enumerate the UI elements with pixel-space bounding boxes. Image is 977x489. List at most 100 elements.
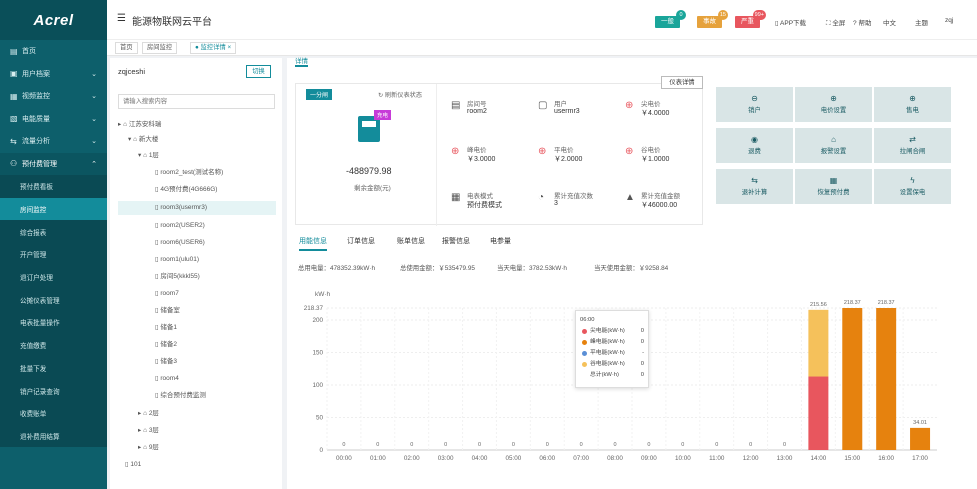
sidebar-subitem[interactable]: 充值缴费 [0, 333, 107, 357]
x-tick-label: 04:00 [472, 455, 488, 462]
theme-button[interactable]: 主题 [915, 17, 928, 27]
tree-node[interactable]: ▸ ⌂ 9层 [138, 441, 159, 455]
sidebar-subitem[interactable]: 预付费看板 [0, 175, 107, 198]
grid-icon: ▦ [829, 176, 838, 185]
tree-node[interactable]: ▯ 储备1 [155, 321, 177, 335]
target-icon: ◉ [751, 135, 758, 144]
sidebar-subitem[interactable]: 开户管理 [0, 243, 107, 266]
tooltip-series: 峰电能(kW·h) [590, 339, 625, 345]
tree-node[interactable]: ▯ room7 [155, 287, 179, 301]
alarm-tag[interactable]: 事故 15 [697, 10, 728, 28]
menu-toggle-icon[interactable]: ☰ [117, 13, 126, 24]
tree-search-input[interactable] [118, 94, 275, 109]
tree-node-label: 3层 [148, 427, 159, 434]
sidebar-subitem[interactable]: 退补费用结算 [0, 424, 107, 448]
alarm-setting-button[interactable]: ⌂ 报警设置 [795, 128, 872, 163]
sidebar-subitem[interactable]: 收费账单 [0, 401, 107, 425]
bar-total-label: 0 [478, 442, 481, 448]
sidebar-subitem[interactable]: 房间监控 [0, 197, 107, 221]
refresh-status-button[interactable]: ↻ 刷新仪表状态 [378, 90, 422, 99]
nav-power-quality[interactable]: ▧ 电能质量 ⌄ [0, 108, 107, 131]
sidebar-subitem[interactable]: 公摊仪表管理 [0, 288, 107, 312]
tree-node[interactable]: ▯ room2(USER2) [155, 219, 205, 233]
bar-segment[interactable] [808, 309, 829, 377]
alarm-tag[interactable]: 严重 99+ [735, 10, 766, 28]
bar-total-label: 215.56 [810, 302, 827, 308]
tree-node[interactable]: ▯ 4G预付费(4G666G) [155, 183, 217, 197]
restore-prepaid-button[interactable]: ▦ 恢复预付费 [795, 169, 872, 204]
meter-detail-button[interactable]: 仪表详情 [661, 76, 703, 89]
x-tick-label: 01:00 [370, 455, 386, 462]
tree-node[interactable]: ▯ 储备3 [155, 355, 177, 369]
sell-power-button[interactable]: ⊕ 售电 [874, 87, 951, 122]
nav-icon: ▧ [10, 114, 18, 124]
price-icon: ⊕ [451, 146, 460, 157]
refund-calc-button[interactable]: ⇆ 退补计算 [716, 169, 793, 204]
tree-node[interactable]: ▯ room2_test(测试名称) [155, 166, 223, 180]
tab-item[interactable]: 电参量 [490, 236, 511, 246]
nav-home[interactable]: ▤ 首页 [0, 40, 107, 63]
field-value: 3 [554, 200, 558, 207]
tree-node[interactable]: ▯ room4 [155, 372, 179, 386]
tree-node[interactable]: ▸ ⌂ 2层 [138, 407, 159, 421]
folder-icon: ▸ ⌂ [138, 410, 149, 417]
switch-button[interactable]: 切换 [246, 65, 271, 78]
nav-video-monitor[interactable]: ▦ 视频监控 ⌄ [0, 85, 107, 108]
chevron-down-icon: ⌄ [91, 70, 97, 78]
x-tick-label: 09:00 [641, 455, 657, 462]
crumb-monitor-detail[interactable]: ● 监控详情 × [190, 42, 237, 54]
tree-node[interactable]: ▯ 101 [125, 458, 141, 472]
switch-onoff-button[interactable]: ⇄ 拉闸合闸 [874, 128, 951, 163]
set-protect-button[interactable]: ϟ 设置保电 [874, 169, 951, 204]
help-button[interactable]: ? 帮助 [853, 17, 871, 27]
crumb-room-monitor[interactable]: 房间监控 [142, 42, 178, 54]
tree-node[interactable]: ▸ ⌂ 江苏安科瑞 [118, 118, 161, 132]
tree-node[interactable]: ▯ room3(usermr3) [118, 201, 276, 215]
nav-flow-analysis[interactable]: ⇆ 流量分析 ⌄ [0, 130, 107, 153]
language-switch[interactable]: 中文 [883, 17, 896, 27]
tree-node[interactable]: ▯ 房间5(kkkl55) [155, 270, 200, 284]
sidebar-subitem[interactable]: 批量下发 [0, 356, 107, 380]
tree-node[interactable]: ▾ ⌂ 1层 [138, 149, 159, 163]
user-icon: ▢ [538, 100, 548, 111]
tree-node[interactable]: ▯ 储备2 [155, 338, 177, 352]
app-logo[interactable]: Acrel [0, 0, 107, 40]
folder-icon: ▸ ⌂ [118, 121, 129, 128]
refund-button[interactable]: ◉ 退费 [716, 128, 793, 163]
tree-node[interactable]: ▸ ⌂ 3层 [138, 424, 159, 438]
tab-item[interactable]: 账单信息 [397, 236, 425, 246]
nav-user-files[interactable]: ▣ 用户档案 ⌄ [0, 63, 107, 86]
tab-item[interactable]: 用能信息 [299, 236, 327, 251]
nav-prepaid-mgmt[interactable]: ⚇ 预付费管理 ⌃ [0, 152, 107, 175]
tree-node[interactable]: ▯ room6(USER6) [155, 236, 205, 250]
price-setting-button[interactable]: ⊕ 电价设置 [795, 87, 872, 122]
bar-segment[interactable] [808, 376, 829, 450]
tree-node[interactable]: ▯ 储备室 [155, 304, 180, 318]
bar-total-label: 0 [681, 442, 684, 448]
nav-label: 视频监控 [22, 93, 50, 101]
tab-item[interactable]: 订单信息 [347, 236, 375, 246]
tree-node[interactable]: ▯ 综合预付费监测 [155, 389, 206, 403]
detail-tab[interactable]: 详情 [295, 55, 308, 67]
close-account-button[interactable]: ⊖ 销户 [716, 87, 793, 122]
x-tick-label: 06:00 [539, 455, 555, 462]
chart-tooltip: 06:00 尖电能(kW·h) 0 峰电能(kW·h) 0 平电能(kW·h) - 谷电能(… [575, 310, 649, 388]
tooltip-time: 06:00 [580, 317, 595, 323]
bar-segment[interactable] [842, 308, 863, 450]
bar-segment[interactable] [910, 427, 931, 450]
sidebar-subitem[interactable]: 退订户处理 [0, 265, 107, 289]
fullscreen-button[interactable]: ⛶ 全屏 [826, 17, 845, 28]
sidebar-subitem[interactable]: 综合报表 [0, 220, 107, 244]
app-download-link[interactable]: ▯ APP下载 [775, 17, 806, 27]
bar-segment[interactable] [876, 308, 897, 450]
tree-node[interactable]: ▾ ⌂ 新大楼 [128, 133, 158, 147]
alarm-tag[interactable]: 一般 0 [655, 10, 686, 28]
bar-total-label: 0 [512, 442, 515, 448]
user-name[interactable]: zqj [945, 17, 953, 24]
tree-node[interactable]: ▯ room1(ulu01) [155, 253, 199, 267]
crumb-home[interactable]: 首页 [115, 42, 138, 54]
tab-item[interactable]: 报警信息 [442, 236, 470, 246]
sidebar-subitem[interactable]: 销户记录查询 [0, 379, 107, 402]
sidebar-subitem[interactable]: 电表批量操作 [0, 311, 107, 334]
x-tick-label: 03:00 [438, 455, 454, 462]
